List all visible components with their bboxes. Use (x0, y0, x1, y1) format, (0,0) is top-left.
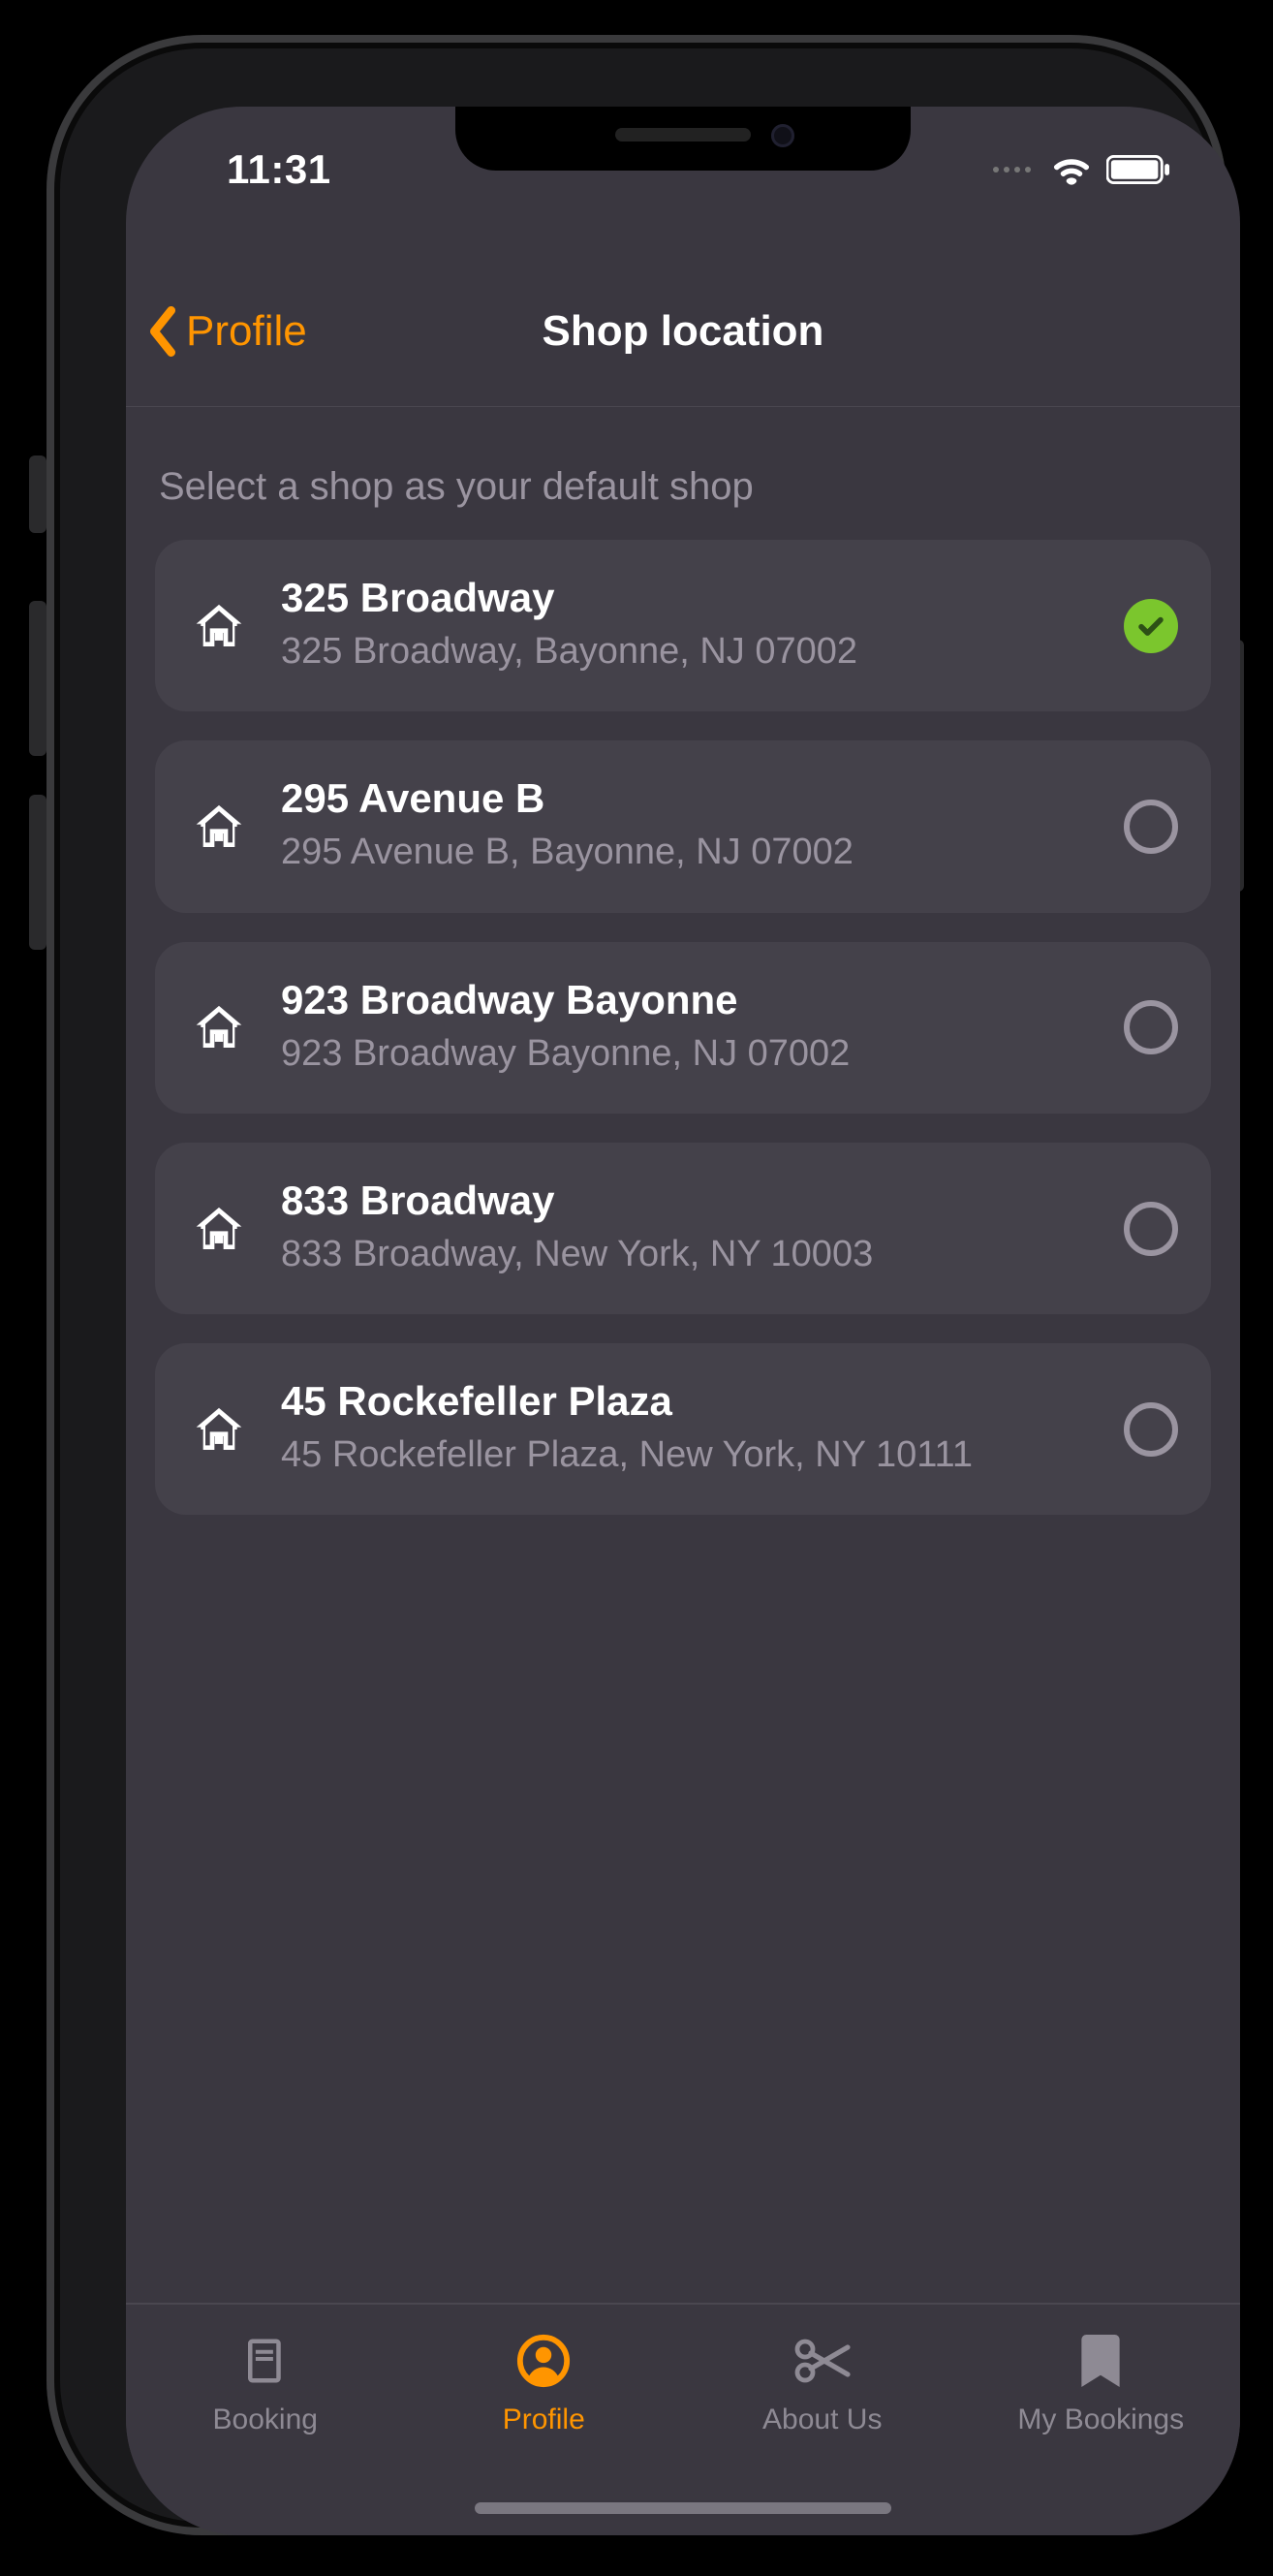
side-button-vol-up (29, 601, 47, 756)
tab-label: Profile (503, 2403, 585, 2436)
back-button[interactable]: Profile (145, 306, 307, 357)
house-icon (188, 1000, 250, 1054)
hint-text: Select a shop as your default shop (159, 465, 1211, 509)
radio-empty-icon (1124, 1402, 1178, 1457)
shop-name: 833 Broadway (281, 1178, 1093, 1224)
tab-label: About Us (762, 2403, 882, 2436)
tab-label: Booking (213, 2403, 318, 2436)
shop-address: 45 Rockefeller Plaza, New York, NY 10111 (281, 1430, 1093, 1480)
radio-empty-icon (1124, 800, 1178, 854)
check-icon (1124, 599, 1178, 653)
shop-address: 295 Avenue B, Bayonne, NJ 07002 (281, 828, 1093, 877)
shop-radio[interactable] (1124, 599, 1178, 653)
radio-empty-icon (1124, 1000, 1178, 1054)
shop-item[interactable]: 833 Broadway 833 Broadway, New York, NY … (155, 1143, 1211, 1314)
house-icon (188, 599, 250, 653)
shop-item[interactable]: 295 Avenue B 295 Avenue B, Bayonne, NJ 0… (155, 740, 1211, 912)
shop-name: 45 Rockefeller Plaza (281, 1378, 1093, 1425)
shop-radio[interactable] (1124, 1402, 1178, 1457)
radio-empty-icon (1124, 1202, 1178, 1256)
tab-my-bookings[interactable]: My Bookings (962, 2332, 1241, 2436)
home-indicator[interactable] (475, 2502, 891, 2514)
back-label: Profile (186, 307, 307, 356)
shop-item[interactable]: 923 Broadway Bayonne 923 Broadway Bayonn… (155, 942, 1211, 1114)
shop-name: 295 Avenue B (281, 775, 1093, 822)
shop-radio[interactable] (1124, 1202, 1178, 1256)
shop-name: 923 Broadway Bayonne (281, 977, 1093, 1023)
chevron-left-icon (145, 306, 180, 357)
profile-icon (515, 2332, 572, 2390)
shop-address: 923 Broadway Bayonne, NJ 07002 (281, 1029, 1093, 1079)
content: Select a shop as your default shop 325 B… (126, 419, 1240, 2303)
status-indicators (993, 153, 1178, 186)
side-button-silence (29, 456, 47, 533)
nav-bar: Profile Shop location (126, 291, 1240, 407)
status-time: 11:31 (188, 146, 331, 193)
phone-frame: 11:31 Profile Shop location (47, 35, 1226, 2535)
shop-item[interactable]: 325 Broadway 325 Broadway, Bayonne, NJ 0… (155, 540, 1211, 711)
shop-item[interactable]: 45 Rockefeller Plaza 45 Rockefeller Plaz… (155, 1343, 1211, 1515)
shop-radio[interactable] (1124, 1000, 1178, 1054)
battery-icon (1106, 155, 1170, 184)
bookmark-icon (1080, 2332, 1121, 2390)
shop-name: 325 Broadway (281, 575, 1093, 621)
house-icon (188, 1202, 250, 1256)
tab-profile[interactable]: Profile (405, 2332, 684, 2436)
side-button-vol-down (29, 795, 47, 950)
shop-address: 325 Broadway, Bayonne, NJ 07002 (281, 627, 1093, 676)
screen: 11:31 Profile Shop location (126, 107, 1240, 2535)
tab-label: My Bookings (1017, 2403, 1184, 2436)
shop-address: 833 Broadway, New York, NY 10003 (281, 1230, 1093, 1279)
wifi-icon (1050, 153, 1093, 186)
shop-radio[interactable] (1124, 800, 1178, 854)
scissors-icon (793, 2332, 852, 2390)
notch (455, 107, 911, 171)
house-icon (188, 800, 250, 854)
book-icon (239, 2332, 292, 2390)
cellular-dots-icon (993, 167, 1031, 173)
house-icon (188, 1402, 250, 1457)
tab-about-us[interactable]: About Us (683, 2332, 962, 2436)
tab-bar: Booking Profile About Us My Bookings (126, 2303, 1240, 2535)
tab-booking[interactable]: Booking (126, 2332, 405, 2436)
shop-list: 325 Broadway 325 Broadway, Bayonne, NJ 0… (155, 540, 1211, 1515)
